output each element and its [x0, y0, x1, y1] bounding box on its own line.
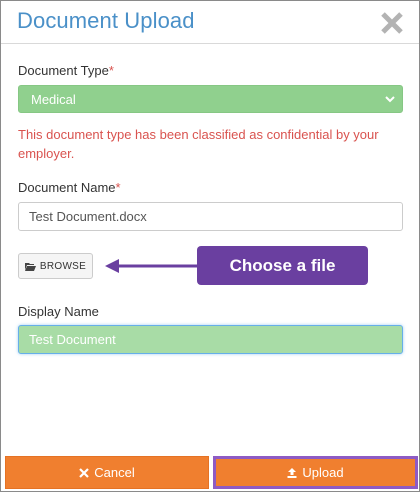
- dialog-header: Document Upload: [1, 1, 419, 44]
- choose-file-callout: Choose a file: [197, 246, 368, 285]
- confidential-warning: This document type has been classified a…: [18, 127, 379, 161]
- required-mark: *: [108, 63, 114, 78]
- document-type-value: Medical: [31, 92, 76, 107]
- close-button[interactable]: [379, 10, 405, 36]
- browse-label: BROWSE: [39, 260, 87, 272]
- x-icon: [79, 467, 90, 478]
- dialog-title: Document Upload: [17, 8, 195, 33]
- chevron-down-icon: [385, 96, 395, 103]
- folder-open-icon: [24, 262, 36, 271]
- document-type-label: Document Type*: [18, 63, 114, 78]
- document-name-field[interactable]: Test Document.docx: [18, 202, 403, 231]
- cancel-button[interactable]: Cancel: [5, 456, 209, 489]
- document-upload-dialog: Document Upload Document Type* Medical T…: [0, 0, 420, 492]
- browse-button[interactable]: BROWSE: [18, 253, 93, 279]
- upload-button[interactable]: Upload: [213, 456, 418, 489]
- close-icon: [381, 12, 403, 34]
- upload-label: Upload: [302, 465, 344, 480]
- upload-icon: [287, 467, 297, 478]
- cancel-label: Cancel: [94, 465, 135, 480]
- arrow-icon: [105, 259, 201, 273]
- required-mark: *: [115, 180, 121, 195]
- document-type-select[interactable]: Medical: [18, 85, 403, 113]
- document-name-label: Document Name*: [18, 180, 121, 195]
- display-name-label: Display Name: [18, 304, 99, 319]
- display-name-field[interactable]: Test Document: [18, 325, 403, 354]
